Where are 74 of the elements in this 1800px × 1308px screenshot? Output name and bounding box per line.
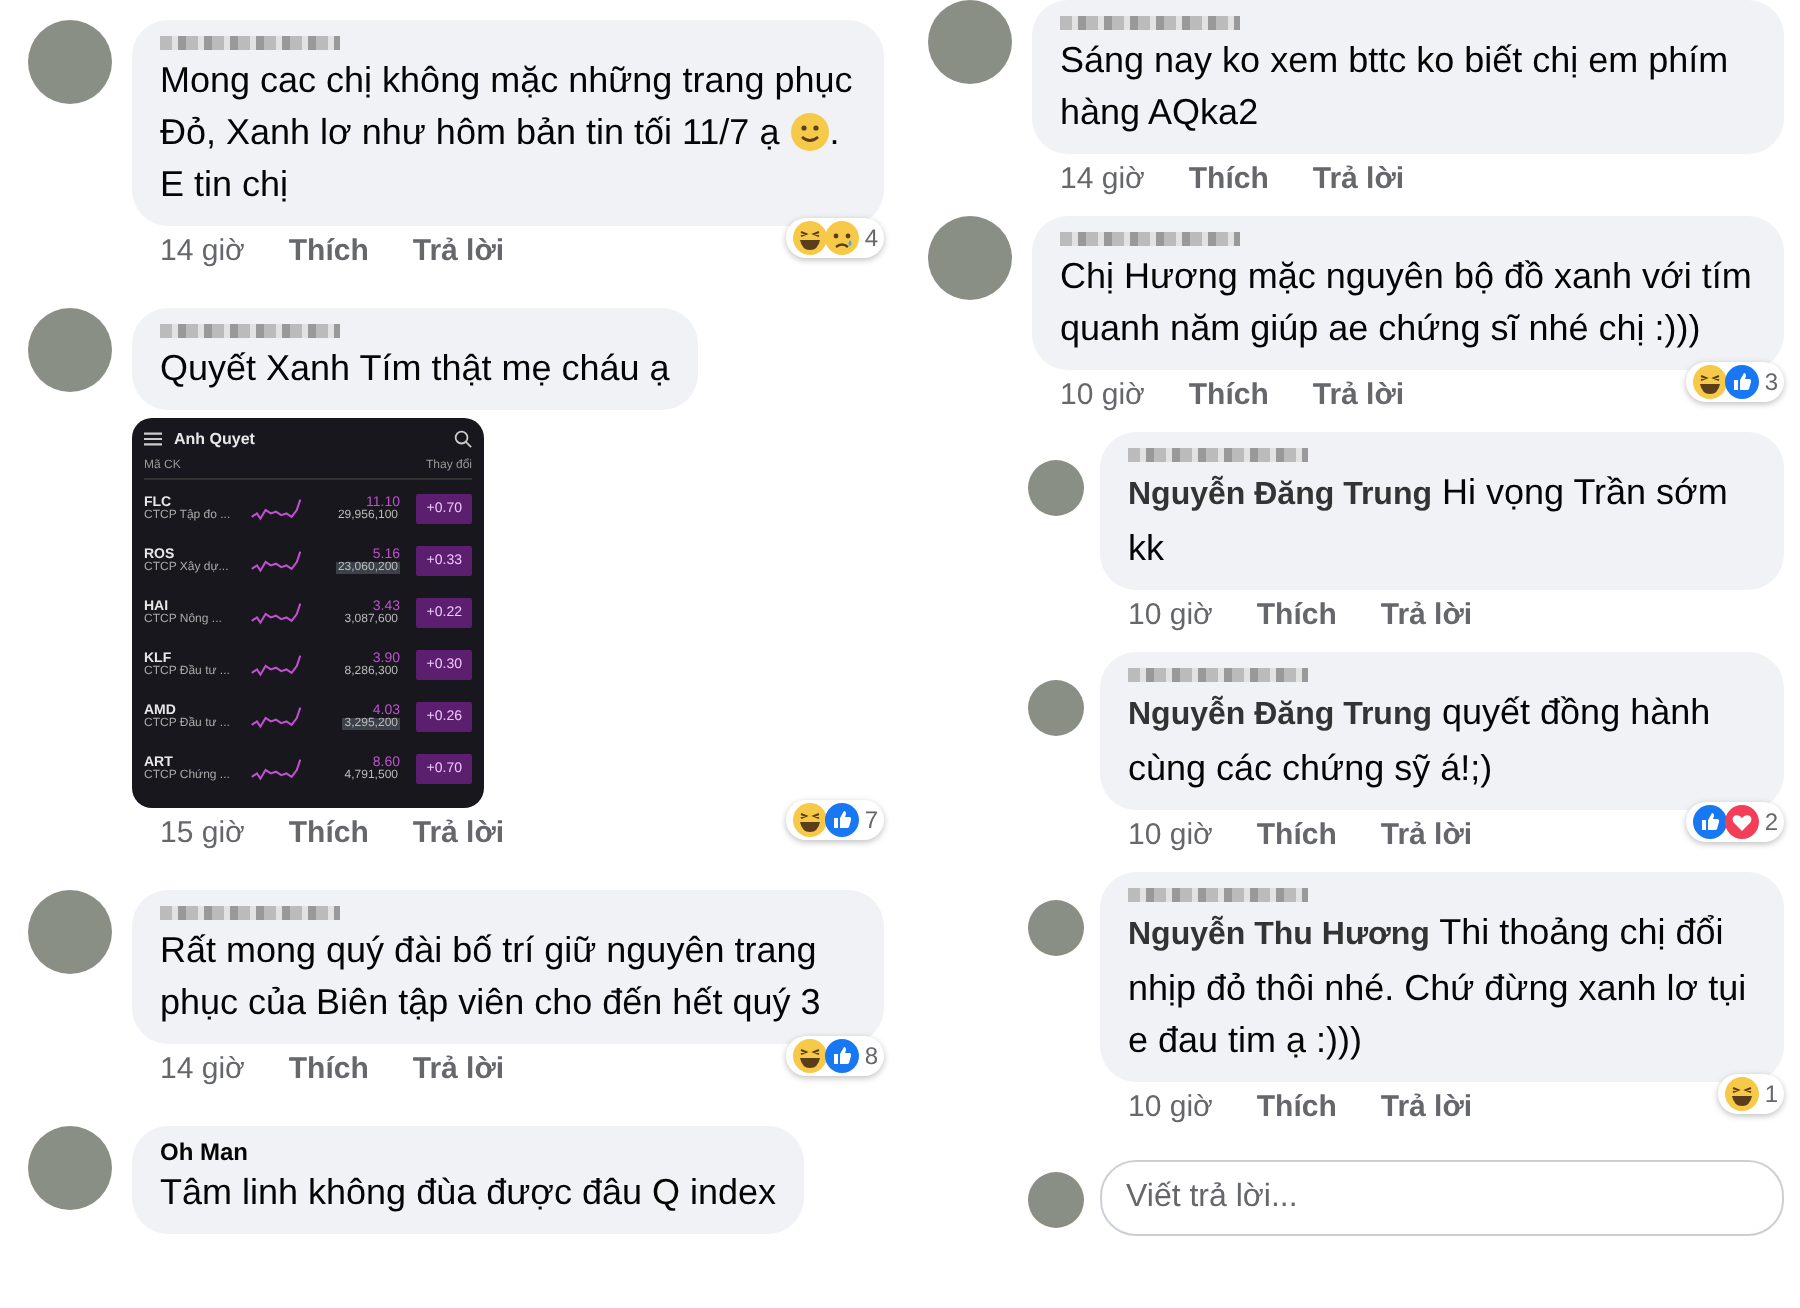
thumbs-up-icon <box>824 1037 861 1073</box>
comment-text: Nguyễn Đăng Trung Hi vọng Trần sớm kk <box>1128 470 1730 572</box>
comment-text: Tâm linh không đùa được đâu Q index <box>160 1170 777 1216</box>
reply-link[interactable]: Trả lời <box>1380 1090 1473 1124</box>
comment-text: Nguyễn Thu Hương Thi thoảng chị đổi nhịp đỏ thôi nhé. Chứ đừng xanh lơ tụi e đau tim ạ :))) <box>1128 910 1749 1064</box>
reactions-summary[interactable]: 4 <box>786 217 884 257</box>
comment-time[interactable]: 14 giờ <box>1060 162 1145 196</box>
thumbs-up-icon <box>1692 803 1729 839</box>
like-link[interactable]: Thích <box>1256 1090 1337 1124</box>
search-icon <box>454 430 472 448</box>
comment-time[interactable]: 14 giờ <box>160 1052 245 1086</box>
comment-time[interactable]: 10 giờ <box>1060 378 1145 412</box>
smiley-icon <box>789 112 830 152</box>
laughing-face-icon <box>1692 363 1729 399</box>
comment-text: Quyết Xanh Tím thật mẹ cháu ạ <box>160 346 670 392</box>
reactions-summary[interactable]: 8 <box>786 1035 884 1075</box>
comment-text: Nguyễn Đăng Trung quyết đồng hành cùng các chứng sỹ á!;) <box>1128 690 1713 792</box>
app-title: Anh Quyet <box>174 430 255 448</box>
reply-input-field[interactable]: Viết trả lời... <box>1100 1160 1784 1236</box>
avatar[interactable] <box>1028 460 1084 516</box>
reply-link[interactable]: Trả lời <box>1312 378 1405 412</box>
avatar <box>1028 1172 1084 1228</box>
laughing-face-icon <box>792 801 829 837</box>
thumbs-up-icon <box>1724 363 1761 399</box>
mention-link[interactable]: Nguyễn Đăng Trung <box>1128 698 1432 732</box>
reply-link[interactable]: Trả lời <box>1380 818 1473 852</box>
reactions-summary[interactable]: 7 <box>786 799 884 839</box>
avatar[interactable] <box>28 308 112 392</box>
author-name[interactable]: Oh Man <box>160 1138 248 1166</box>
price-sparkline <box>250 651 302 679</box>
avatar[interactable] <box>1028 680 1084 736</box>
laughing-face-icon <box>792 219 829 255</box>
price-sparkline <box>250 547 302 575</box>
reply-link[interactable]: Trả lời <box>1380 598 1473 632</box>
comment-time[interactable]: 15 giờ <box>160 816 245 850</box>
like-link[interactable]: Thích <box>1256 818 1337 852</box>
thumbs-up-icon <box>824 801 861 837</box>
reply-link[interactable]: Trả lời <box>412 234 505 268</box>
reactions-summary[interactable]: 3 <box>1686 361 1784 401</box>
avatar[interactable] <box>28 1126 112 1210</box>
reactions-summary[interactable]: 2 <box>1686 801 1784 841</box>
comment-text: Mong cac chị không mặc những trang phục Đỏ, Xanh lơ như hôm bản tin tối 11/7 ạ . E tin chị <box>160 58 855 208</box>
like-link[interactable]: Thích <box>1188 378 1269 412</box>
laughing-face-icon <box>1724 1075 1761 1111</box>
price-sparkline <box>250 703 302 731</box>
avatar[interactable] <box>928 216 1012 300</box>
mention-link[interactable]: Nguyễn Thu Hương <box>1128 918 1430 952</box>
reply-link[interactable]: Trả lời <box>1312 162 1405 196</box>
like-link[interactable]: Thích <box>288 234 369 268</box>
comment-time[interactable]: 10 giờ <box>1128 598 1213 632</box>
comment-text: Chị Hương mặc nguyên bộ đồ xanh với tím quanh năm giúp ae chứng sĩ nhé chị :))) <box>1060 254 1754 352</box>
like-link[interactable]: Thích <box>1188 162 1269 196</box>
laughing-face-icon <box>792 1037 829 1073</box>
price-sparkline <box>250 599 302 627</box>
reply-link[interactable]: Trả lời <box>412 1052 505 1086</box>
comment-text: Rất mong quý đài bố trí giữ nguyên trang phục của Biên tập viên cho đến hết quý 3 <box>160 928 823 1026</box>
mention-link[interactable]: Nguyễn Đăng Trung <box>1128 478 1432 512</box>
avatar[interactable] <box>928 0 1012 84</box>
sad-face-icon <box>824 219 861 255</box>
comment-time[interactable]: 14 giờ <box>160 234 245 268</box>
price-sparkline <box>250 755 302 783</box>
avatar[interactable] <box>28 890 112 974</box>
like-link[interactable]: Thích <box>1256 598 1337 632</box>
like-link[interactable]: Thích <box>288 1052 369 1086</box>
reply-link[interactable]: Trả lời <box>412 816 505 850</box>
comment-time[interactable]: 10 giờ <box>1128 818 1213 852</box>
comment-text: Sáng nay ko xem bttc ko biết chị em phím hàng AQka2 <box>1060 38 1731 136</box>
like-link[interactable]: Thích <box>288 816 369 850</box>
reactions-summary[interactable]: 1 <box>1718 1073 1784 1113</box>
comment-time[interactable]: 10 giờ <box>1128 1090 1213 1124</box>
avatar[interactable] <box>28 20 112 104</box>
avatar[interactable] <box>1028 900 1084 956</box>
menu-icon <box>144 430 162 448</box>
price-sparkline <box>250 495 302 523</box>
